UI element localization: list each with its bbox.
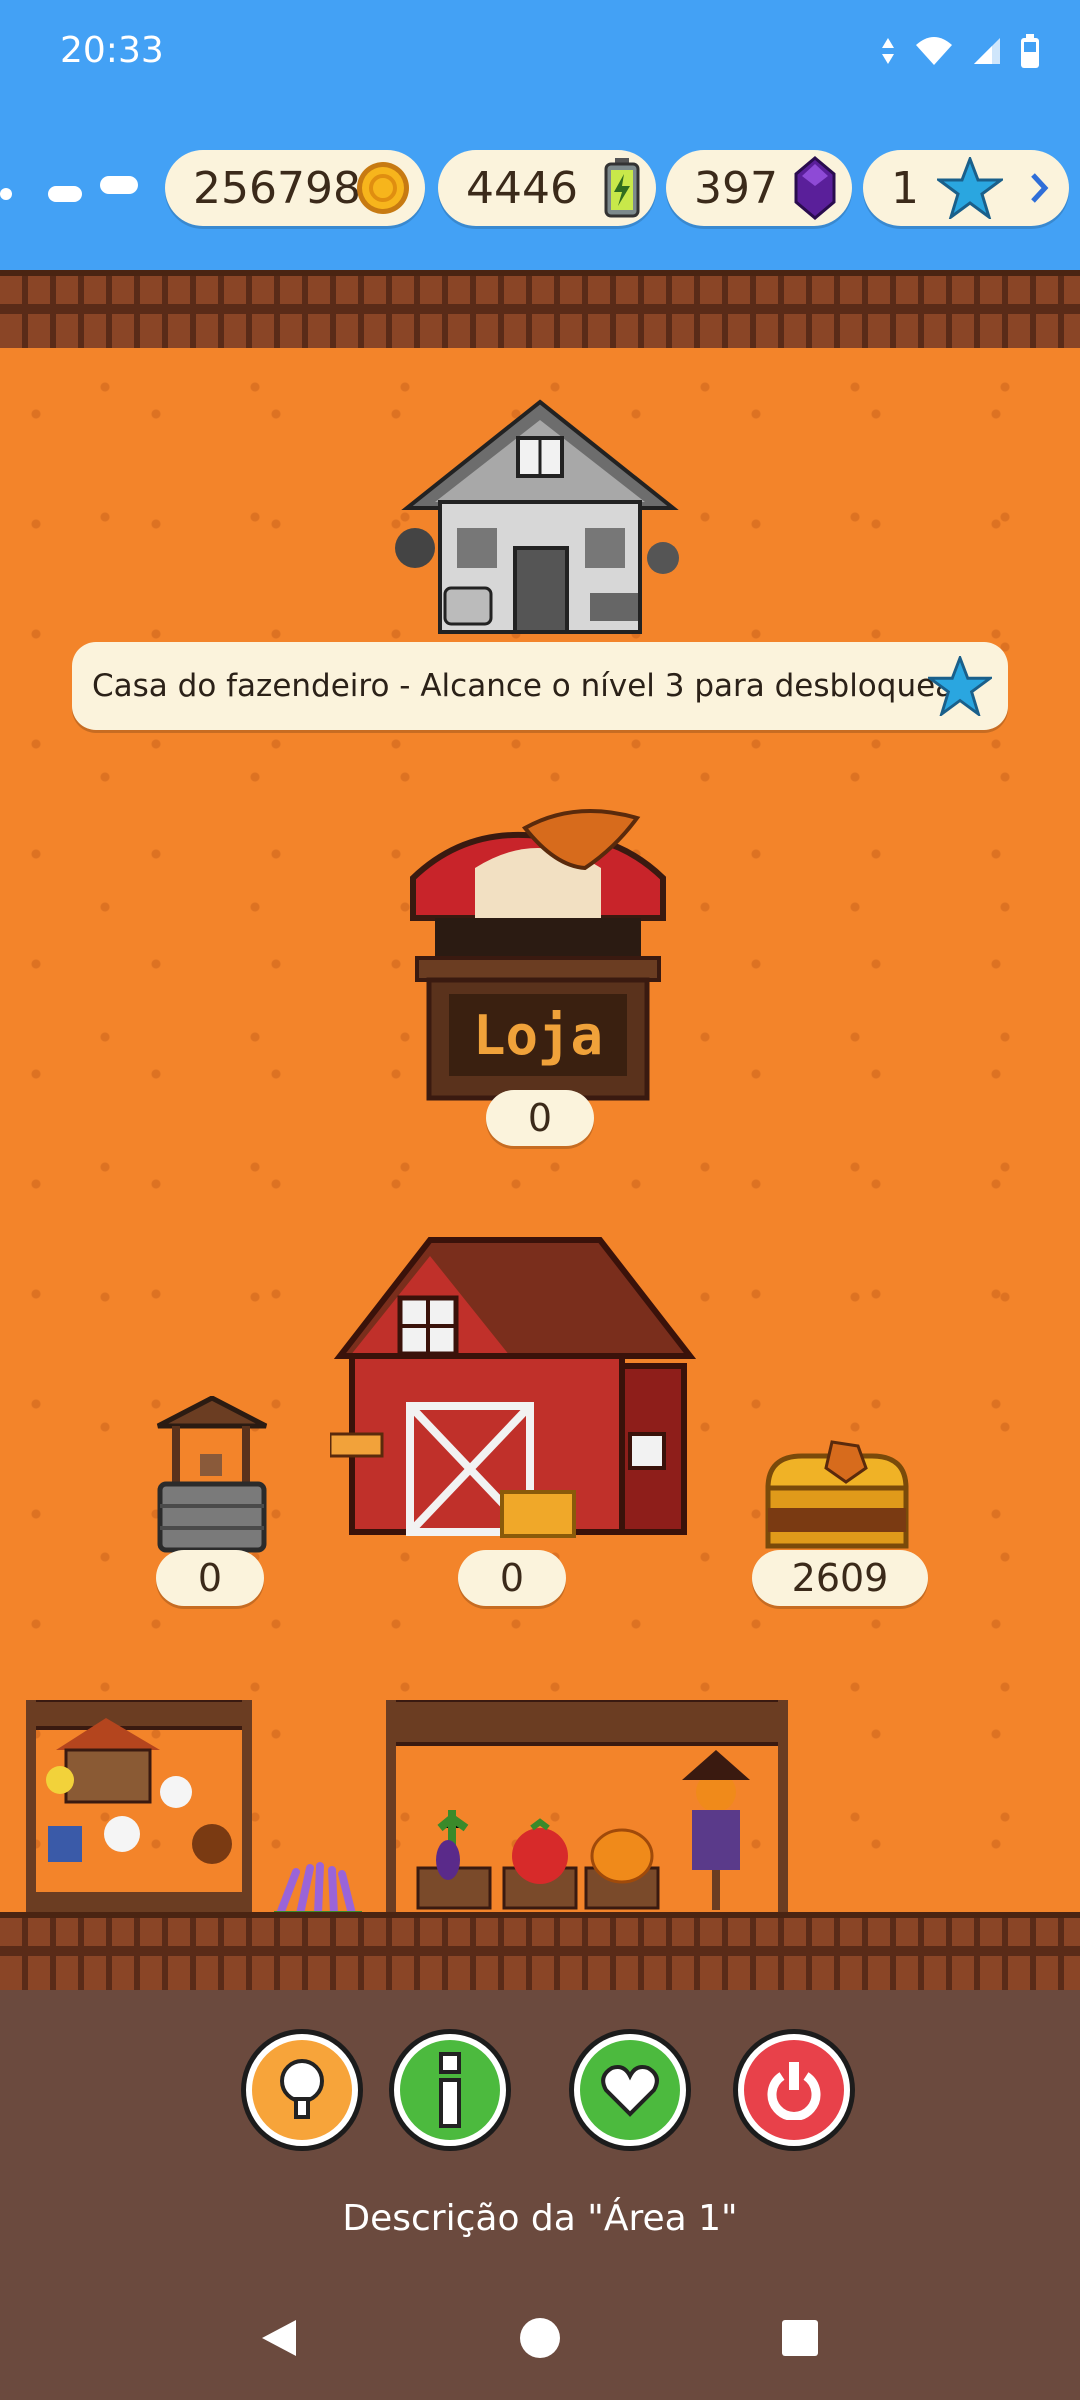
- gems-value: 397: [694, 162, 778, 214]
- area-description: Descrição da "Área 1": [342, 2198, 738, 2239]
- game-screen: 20:33 256798 4446 397 1 Casa do fazendei…: [0, 0, 1080, 2400]
- farmhouse-building[interactable]: [395, 398, 685, 638]
- treasure-chest[interactable]: [762, 1438, 912, 1554]
- cloud: [48, 186, 82, 202]
- cloud: [0, 188, 12, 200]
- gem-icon: [794, 156, 836, 220]
- level-counter[interactable]: 1: [863, 150, 1069, 226]
- home-nav-icon[interactable]: [518, 2316, 562, 2360]
- favorite-button[interactable]: [574, 2034, 686, 2146]
- wifi-icon: [916, 37, 952, 65]
- back-nav-icon[interactable]: [256, 2316, 300, 2360]
- status-time: 20:33: [60, 30, 164, 71]
- coins-value: 256798: [193, 162, 361, 214]
- star-icon: [928, 656, 992, 716]
- chicken-coop-pen[interactable]: [26, 1700, 252, 1914]
- lightbulb-icon: [280, 2059, 324, 2119]
- farmhouse-locked-text: Casa do fazendeiro - Alcance o nível 3 p…: [92, 668, 974, 704]
- coin-icon: [357, 162, 409, 214]
- power-icon: [767, 2062, 821, 2120]
- well-count: 0: [156, 1550, 264, 1606]
- chest-count: 2609: [752, 1550, 928, 1606]
- energy-counter[interactable]: 4446: [438, 150, 656, 226]
- shop-sign-label: Loja: [472, 1004, 604, 1067]
- barn-count: 0: [458, 1550, 566, 1606]
- info-icon: [439, 2052, 461, 2128]
- shop-count: 0: [486, 1090, 594, 1146]
- vegetable-garden-pen[interactable]: [386, 1700, 788, 1914]
- recents-nav-icon[interactable]: [780, 2318, 820, 2358]
- water-well[interactable]: [150, 1396, 274, 1554]
- battery-energy-icon: [604, 158, 640, 218]
- heart-icon: [601, 2065, 659, 2117]
- power-button[interactable]: [738, 2034, 850, 2146]
- shop-building[interactable]: Loja: [405, 808, 671, 1108]
- star-icon: [937, 157, 1003, 219]
- lavender-plant: [274, 1862, 362, 1918]
- barn-building[interactable]: [330, 1236, 696, 1538]
- gems-counter[interactable]: 397: [666, 150, 852, 226]
- farmhouse-locked-banner: Casa do fazendeiro - Alcance o nível 3 p…: [72, 642, 1008, 730]
- bottom-fence: [0, 1912, 1080, 2002]
- signal-arrows-icon: [882, 38, 894, 64]
- coins-counter[interactable]: 256798: [165, 150, 425, 226]
- hint-button[interactable]: [246, 2034, 358, 2146]
- info-button[interactable]: [394, 2034, 506, 2146]
- cloud: [100, 176, 138, 194]
- level-value: 1: [891, 162, 919, 214]
- status-icons: [880, 34, 1040, 68]
- chevron-right-icon[interactable]: [1027, 171, 1051, 205]
- cell-signal-icon: [974, 38, 1000, 64]
- battery-icon: [1021, 34, 1039, 68]
- top-fence: [0, 270, 1080, 360]
- energy-value: 4446: [466, 162, 578, 214]
